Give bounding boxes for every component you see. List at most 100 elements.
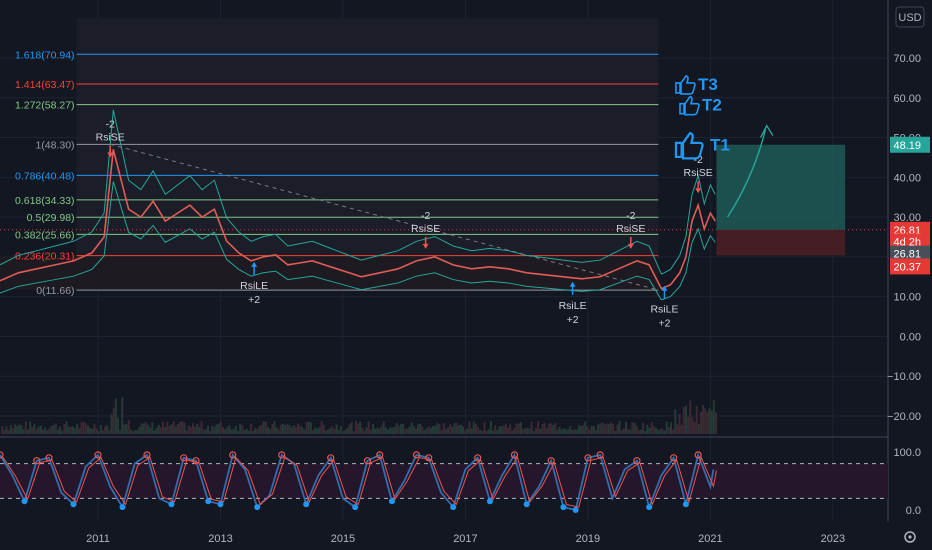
oversold-marker: [254, 504, 261, 511]
signal-name: RsiSE: [616, 223, 645, 235]
volume-bar: [26, 429, 29, 434]
target-label: T2: [702, 96, 722, 115]
volume-bar: [417, 424, 420, 434]
volume-bar: [286, 423, 289, 434]
volume-bar: [706, 412, 709, 434]
volume-bar: [234, 425, 237, 434]
volume-bar: [526, 427, 529, 434]
volume-bar: [427, 426, 430, 434]
volume-bar: [562, 428, 565, 434]
volume-bar: [577, 425, 580, 434]
volume-bar: [155, 427, 158, 434]
volume-bar: [440, 430, 443, 434]
volume-bar: [539, 428, 542, 434]
volume-bar: [534, 427, 537, 434]
volume-bar: [434, 425, 437, 434]
volume-bar: [320, 421, 323, 434]
volume-bar: [372, 423, 375, 434]
volume-bar: [412, 426, 415, 434]
volume-bar: [361, 427, 364, 434]
volume-bar: [46, 430, 49, 434]
volume-bar: [241, 425, 244, 434]
volume-bar: [78, 428, 81, 434]
currency-button[interactable]: USD: [895, 6, 925, 28]
stop-zone: [716, 229, 846, 256]
volume-bar: [543, 422, 546, 434]
volume-bar: [712, 400, 715, 434]
volume-bar: [262, 421, 265, 434]
volume-bar: [376, 427, 379, 434]
signal-qty: +2: [248, 294, 260, 306]
oversold-marker: [523, 501, 530, 508]
oversold-marker: [205, 498, 212, 505]
volume-bar: [588, 429, 591, 434]
volume-bar: [402, 423, 405, 434]
time-tick-label: 2017: [453, 533, 477, 545]
price-tag-text: 20.37: [893, 261, 921, 273]
volume-bar: [541, 423, 544, 434]
volume-bar: [410, 422, 413, 434]
volume-bar: [438, 423, 441, 434]
fib-level-label: 0(11.66): [36, 285, 74, 297]
volume-bar: [444, 428, 447, 434]
volume-bar: [303, 429, 306, 434]
volume-bar: [93, 424, 96, 434]
volume-bar: [575, 429, 578, 434]
signal-name: RsiLE: [559, 300, 587, 312]
volume-bar: [74, 428, 77, 434]
osc-tick-label: 100.0: [893, 447, 921, 459]
volume-bar: [404, 428, 407, 434]
volume-bar: [648, 427, 651, 434]
volume-bar: [91, 428, 94, 434]
volume-bar: [56, 429, 59, 434]
volume-bar: [151, 422, 154, 434]
volume-bar: [114, 398, 117, 434]
volume-bar: [168, 426, 171, 434]
volume-bar: [48, 428, 51, 434]
volume-bar: [288, 424, 291, 434]
volume-bar: [582, 424, 585, 434]
volume-bar: [258, 426, 261, 434]
volume-bar: [108, 429, 111, 434]
volume-bar: [457, 425, 460, 434]
volume-bar: [279, 424, 282, 434]
volume-bar: [7, 430, 10, 434]
signal-name: RsiLE: [650, 304, 678, 316]
volume-bar: [590, 425, 593, 434]
volume-bar: [172, 421, 175, 434]
volume-bar: [702, 404, 705, 434]
volume-bar: [292, 425, 295, 434]
volume-bar: [676, 423, 679, 434]
volume-bar: [344, 430, 347, 434]
volume-bar: [691, 417, 694, 434]
time-tick-label: 2013: [208, 533, 232, 545]
volume-bar: [243, 429, 246, 434]
volume-bar: [39, 425, 42, 434]
volume-bar: [269, 428, 272, 434]
target-label: T3: [698, 75, 718, 94]
long-position-tool[interactable]: [716, 124, 846, 256]
oversold-marker: [560, 504, 567, 511]
volume-bar: [44, 427, 47, 434]
volume-bar: [123, 424, 126, 434]
time-tick-label: 2011: [86, 533, 110, 545]
volume-bar: [159, 427, 162, 434]
volume-bar: [579, 425, 582, 434]
price-chart[interactable]: USD 1.618(70.94) 1.414(63.47) 1.272(58.27)…: [0, 0, 932, 550]
volume-bar: [682, 406, 685, 434]
volume-bar: [29, 421, 32, 434]
volume-bar: [567, 429, 570, 434]
volume-bar: [189, 427, 192, 434]
volume-bar: [106, 425, 109, 434]
volume-bar: [237, 430, 240, 434]
fib-shading: [0, 18, 659, 291]
volume-bar: [387, 429, 390, 434]
volume-bar: [252, 430, 255, 434]
volume-bar: [399, 424, 402, 434]
volume-bar: [149, 427, 152, 434]
volume-bar: [277, 429, 280, 434]
volume-bar: [264, 421, 267, 434]
volume-bar: [71, 426, 74, 434]
volume-bar: [41, 429, 44, 434]
volume-bar: [260, 424, 263, 434]
